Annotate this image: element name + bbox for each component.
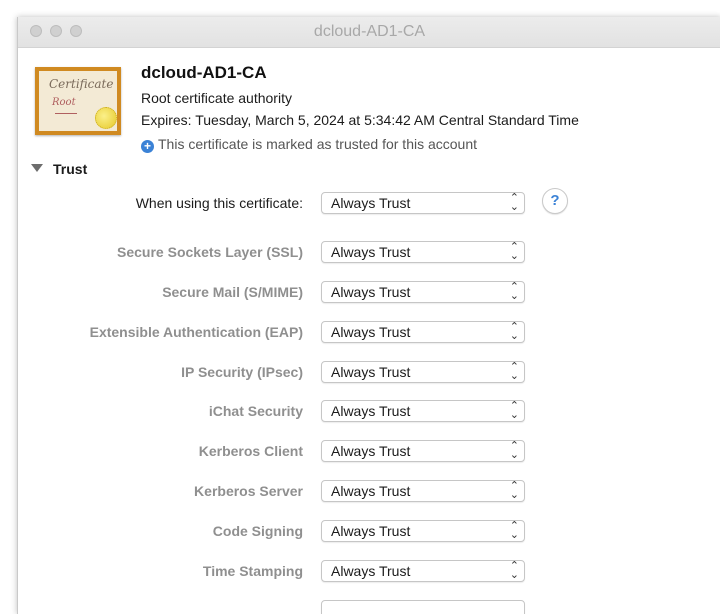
code-signing-select[interactable]: Always Trust ⌃ ⌄ (321, 520, 525, 542)
select-value: Always Trust (331, 483, 411, 499)
up-down-chevron-icon: ⌃ ⌄ (509, 480, 519, 501)
up-down-chevron-icon: ⌃ ⌄ (509, 361, 519, 382)
select-value: Always Trust (331, 403, 411, 419)
window-title: dcloud-AD1-CA (313, 23, 426, 40)
select-value: Always Trust (331, 284, 411, 300)
select-value: Always Trust (331, 443, 411, 459)
kerberos-server-select[interactable]: Always Trust ⌃ ⌄ (321, 480, 525, 502)
up-down-chevron-icon: ⌃ ⌄ (509, 560, 519, 581)
select-value: Always Trust (331, 523, 411, 539)
ichat-label: iChat Security (208, 403, 303, 419)
kerberos-server-label: Kerberos Server (194, 483, 303, 499)
kerberos-client-label: Kerberos Client (198, 443, 303, 459)
plus-circle-icon: + (141, 140, 154, 153)
certificate-icon-title: Certificate (49, 77, 114, 91)
time-stamping-label: Time Stamping (202, 563, 303, 579)
select-value: Always Trust (331, 563, 411, 579)
certificate-expiry: Expires: Tuesday, March 5, 2024 at 5:34:… (141, 112, 579, 128)
title-bar[interactable]: dcloud-AD1-CA (18, 17, 720, 48)
when-using-select[interactable]: Always Trust ⌃ ⌄ (321, 192, 525, 214)
trust-status-note: + This certificate is marked as trusted f… (141, 136, 477, 153)
select-value: Always Trust (331, 195, 411, 211)
certificate-kind: Root certificate authority (141, 90, 292, 106)
trust-section-title[interactable]: Trust (53, 161, 87, 177)
certificate-icon-signature-line (55, 113, 77, 114)
ssl-select[interactable]: Always Trust ⌃ ⌄ (321, 241, 525, 263)
help-button[interactable]: ? (542, 188, 568, 214)
up-down-chevron-icon: ⌃ ⌄ (509, 321, 519, 342)
ichat-select[interactable]: Always Trust ⌃ ⌄ (321, 400, 525, 422)
eap-label: Extensible Authentication (EAP) (89, 324, 303, 340)
disclosure-triangle-icon[interactable] (31, 164, 43, 172)
select-value: Always Trust (331, 324, 411, 340)
code-signing-label: Code Signing (212, 523, 303, 539)
kerberos-client-select[interactable]: Always Trust ⌃ ⌄ (321, 440, 525, 462)
up-down-chevron-icon: ⌃ ⌄ (509, 281, 519, 302)
up-down-chevron-icon: ⌃ ⌄ (509, 440, 519, 461)
ssl-label: Secure Sockets Layer (SSL) (117, 244, 303, 260)
up-down-chevron-icon: ⌃ ⌄ (509, 192, 519, 213)
up-down-chevron-icon: ⌃ ⌄ (509, 400, 519, 421)
up-down-chevron-icon: ⌃ ⌄ (509, 241, 519, 262)
time-stamping-select[interactable]: Always Trust ⌃ ⌄ (321, 560, 525, 582)
select-value: Always Trust (331, 244, 411, 260)
partial-next-select[interactable] (321, 600, 525, 614)
certificate-icon-subtitle: Root (52, 97, 76, 108)
smime-select[interactable]: Always Trust ⌃ ⌄ (321, 281, 525, 303)
smime-label: Secure Mail (S/MIME) (162, 284, 303, 300)
up-down-chevron-icon: ⌃ ⌄ (509, 520, 519, 541)
trust-status-text: This certificate is marked as trusted fo… (158, 136, 478, 152)
certificate-window: dcloud-AD1-CA Certificate Root dcloud-AD… (17, 17, 720, 614)
select-value: Always Trust (331, 364, 411, 380)
certificate-name: dcloud-AD1-CA (141, 63, 267, 82)
when-using-label: When using this certificate: (135, 195, 303, 211)
eap-select[interactable]: Always Trust ⌃ ⌄ (321, 321, 525, 343)
certificate-icon: Certificate Root (35, 67, 121, 135)
certificate-seal-icon (95, 107, 117, 129)
ipsec-select[interactable]: Always Trust ⌃ ⌄ (321, 361, 525, 383)
ipsec-label: IP Security (IPsec) (181, 364, 303, 380)
